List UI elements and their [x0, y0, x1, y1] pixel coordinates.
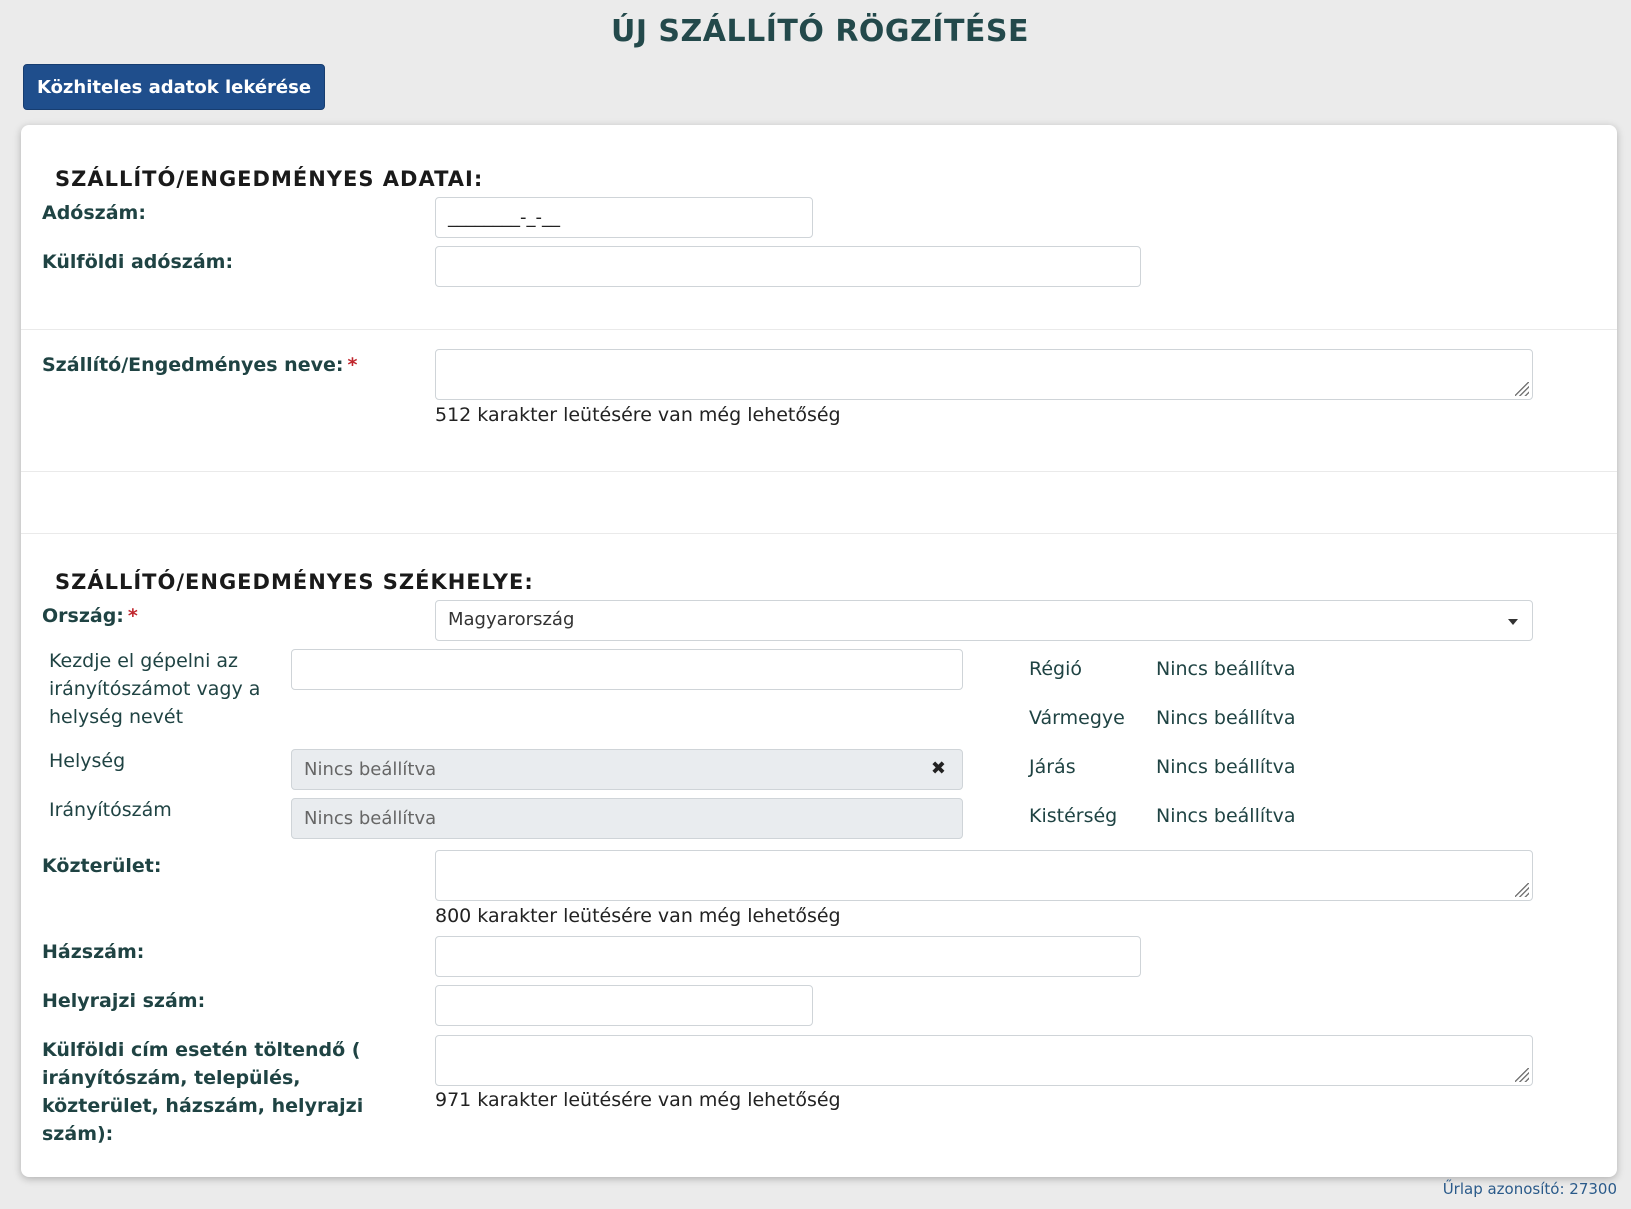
page-title: ÚJ SZÁLLÍTÓ RÖGZÍTÉSE	[610, 14, 1030, 49]
region-value: Nincs beállítva	[1156, 658, 1296, 680]
county-label: Vármegye	[1029, 707, 1125, 729]
supplier-name-label: Szállító/Engedményes neve: *	[42, 351, 357, 379]
foreign-tax-number-label: Külföldi adószám:	[42, 251, 234, 273]
district-value: Nincs beállítva	[1156, 756, 1296, 778]
foreign-address-textarea[interactable]	[435, 1035, 1533, 1086]
country-label: Ország: *	[42, 602, 138, 630]
divider	[21, 533, 1617, 534]
section-title-supplier-data: SZÁLLÍTÓ/ENGEDMÉNYES ADATAI:	[55, 167, 484, 191]
country-select[interactable]: Magyarország	[435, 600, 1533, 641]
resize-grip-icon[interactable]	[1515, 883, 1529, 897]
supplier-name-label-text: Szállító/Engedményes neve:	[42, 354, 344, 376]
region-label: Régió	[1029, 658, 1083, 680]
country-label-text: Ország:	[42, 605, 124, 627]
foreign-tax-number-input[interactable]	[435, 246, 1141, 287]
subregion-label: Kistérség	[1029, 805, 1118, 827]
clear-icon[interactable]: ✖	[931, 758, 946, 779]
zip-label: Irányítószám	[49, 799, 172, 821]
district-label: Járás	[1029, 756, 1076, 778]
supplier-name-textarea[interactable]	[435, 349, 1533, 400]
locality-value: Nincs beállítva	[304, 759, 437, 780]
house-number-input[interactable]	[435, 936, 1141, 977]
locality-label: Helység	[49, 750, 126, 772]
tax-number-label: Adószám:	[42, 202, 146, 224]
section-title-supplier-address: SZÁLLÍTÓ/ENGEDMÉNYES SZÉKHELYE:	[55, 570, 534, 594]
tax-number-input[interactable]: ________-_-__	[435, 197, 813, 238]
form-id: Űrlap azonosító: 27300	[1442, 1180, 1617, 1198]
required-mark: *	[127, 605, 138, 627]
subregion-value: Nincs beállítva	[1156, 805, 1296, 827]
foreign-address-counter: 971 karakter leütésére van még lehetőség	[435, 1089, 841, 1111]
foreign-address-label: Külföldi cím esetén töltendő ( irányítós…	[42, 1039, 364, 1145]
resize-grip-icon[interactable]	[1515, 382, 1529, 396]
resize-grip-icon[interactable]	[1515, 1068, 1529, 1082]
required-mark: *	[347, 354, 358, 376]
fetch-authentic-data-button[interactable]: Közhiteles adatok lekérése	[23, 64, 325, 110]
county-value: Nincs beállítva	[1156, 707, 1296, 729]
locality-select[interactable]: Nincs beállítva ✖	[291, 749, 963, 790]
zip-input: Nincs beállítva	[291, 798, 963, 839]
locality-search-input[interactable]	[291, 649, 963, 690]
locality-search-label: Kezdje el gépelni az irányítószámot vagy…	[49, 650, 261, 728]
divider	[21, 471, 1617, 472]
street-label: Közterület:	[42, 855, 162, 877]
lot-number-input[interactable]	[435, 985, 813, 1026]
tax-number-mask: ________-_-__	[448, 207, 560, 228]
street-counter: 800 karakter leütésére van még lehetőség	[435, 905, 841, 927]
zip-value: Nincs beállítva	[304, 808, 437, 829]
chevron-down-icon	[1508, 619, 1518, 625]
form-card: SZÁLLÍTÓ/ENGEDMÉNYES ADATAI: Adószám: __…	[21, 125, 1617, 1177]
supplier-name-counter: 512 karakter leütésére van még lehetőség	[435, 404, 841, 426]
country-select-value: Magyarország	[448, 609, 575, 630]
house-number-label: Házszám:	[42, 941, 145, 963]
divider	[21, 329, 1617, 330]
lot-number-label: Helyrajzi szám:	[42, 990, 206, 1012]
street-textarea[interactable]	[435, 850, 1533, 901]
